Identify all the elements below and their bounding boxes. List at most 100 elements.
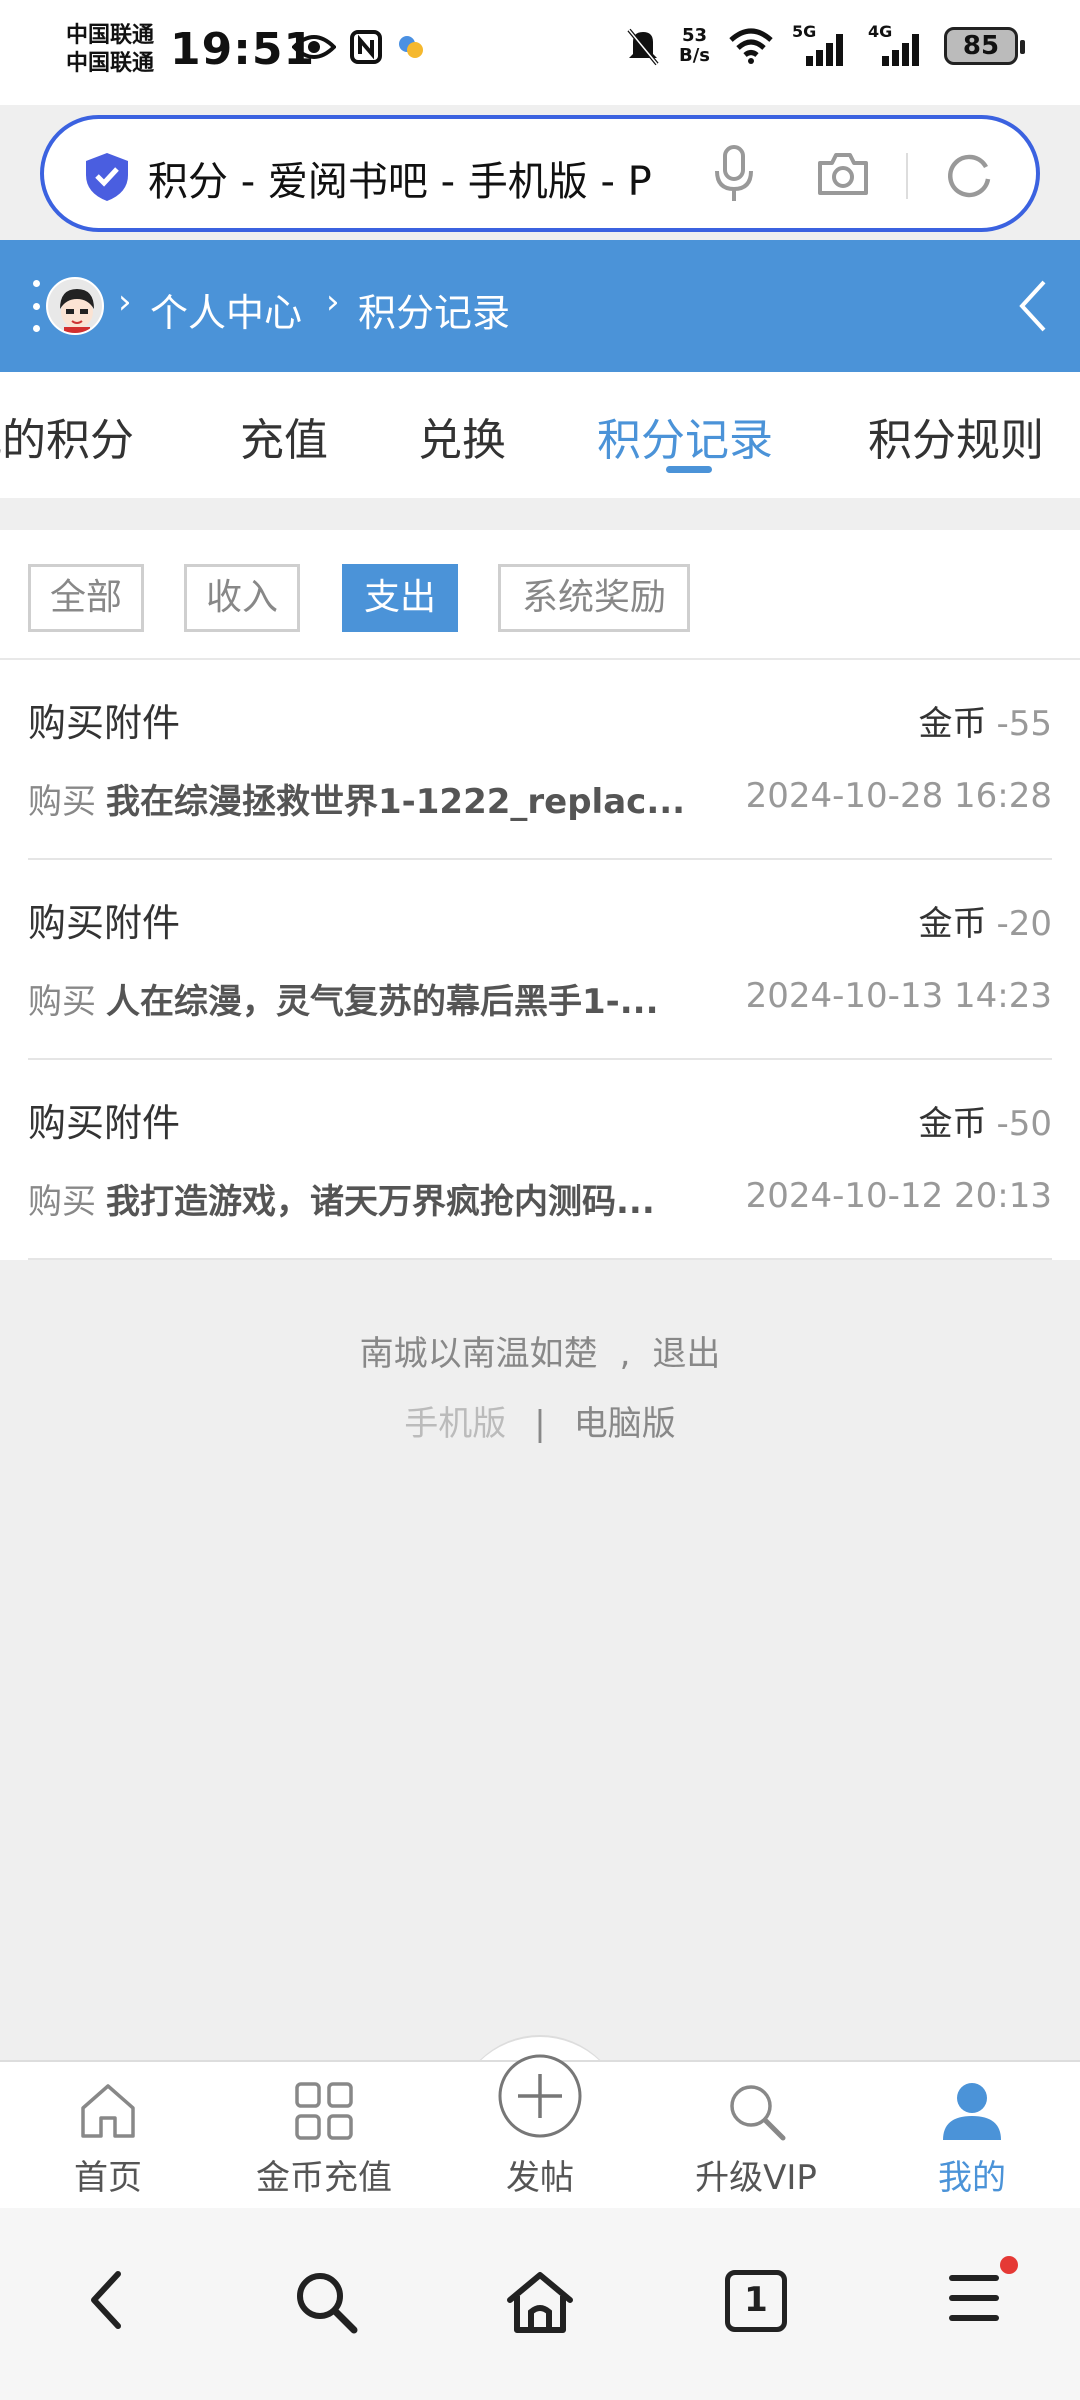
search-icon[interactable]: [294, 2270, 358, 2334]
record-currency: 金币: [918, 1104, 987, 1144]
home-icon: [81, 2084, 135, 2138]
tab-recharge[interactable]: 充值: [240, 404, 328, 468]
camera-icon[interactable]: [816, 151, 870, 197]
tab-my-points[interactable]: 我的积分: [0, 404, 134, 468]
points-tabs: 我的积分 充值 兑换 积分记录 积分规则: [0, 372, 1080, 498]
network-speed: 53 B/s: [679, 26, 710, 66]
browser-navigation-bar: 1: [0, 2208, 1080, 2400]
filter-bar: 全部 收入 支出 系统奖励: [0, 530, 1080, 660]
breadcrumb-separator: ›: [326, 282, 340, 322]
nav-mine[interactable]: 我的: [882, 2062, 1062, 2210]
tab-points-record[interactable]: 积分记录: [597, 404, 773, 468]
nav-vip-label: 升级VIP: [695, 2158, 817, 2198]
menu-dots-icon[interactable]: [32, 280, 40, 332]
breadcrumb-separator: ›: [118, 282, 132, 322]
carrier-info: 中国联通 中国联通: [66, 22, 154, 78]
record-currency: 金币: [918, 904, 987, 944]
wifi-icon: [729, 28, 773, 64]
record-title: 购买附件: [28, 1101, 181, 1145]
address-bar[interactable]: 积分 - 爱阅书吧 - 手机版 - P: [40, 115, 1040, 232]
footer-user: 南城以南温如楚, 退出: [0, 1326, 1080, 1375]
record-title: 购买附件: [28, 901, 181, 945]
filter-all[interactable]: 全部: [28, 564, 144, 632]
record-time: 2024-10-28 16:28: [745, 776, 1052, 816]
filter-system-reward[interactable]: 系统奖励: [498, 564, 690, 632]
footer-version-links: 手机版 | 电脑版: [0, 1396, 1080, 1445]
nav-recharge[interactable]: 金币充值: [234, 2062, 414, 2210]
filter-income[interactable]: 收入: [184, 564, 300, 632]
active-tab-indicator: [666, 466, 712, 473]
search-icon: [730, 2085, 786, 2141]
signal-5g-icon: 5G: [792, 22, 850, 66]
list-item[interactable]: 购买附件 金币 -20 购买 人在综漫，灵气复苏的幕后黑手1-... 2024-10…: [28, 860, 1052, 1060]
filter-expense[interactable]: 支出: [342, 564, 458, 632]
user-icon: [943, 2083, 1001, 2140]
record-amount: 金币 -50: [918, 1096, 1052, 1145]
nav-home[interactable]: 首页: [18, 2062, 198, 2210]
nav-post[interactable]: 发帖: [450, 2054, 630, 2210]
network-speed-value: 53: [681, 25, 708, 46]
record-title: 购买附件: [28, 701, 181, 745]
nav-post-label: 发帖: [506, 2158, 574, 2198]
network-speed-unit: B/s: [678, 45, 710, 66]
site-header: › 个人中心 › 积分记录: [0, 240, 1080, 372]
record-time: 2024-10-12 20:13: [745, 1176, 1052, 1216]
record-amount-value: -20: [996, 904, 1052, 944]
menu-icon[interactable]: [948, 2270, 1000, 2326]
record-action: 购买: [28, 782, 96, 822]
microphone-icon[interactable]: [714, 145, 754, 203]
record-currency: 金币: [918, 704, 987, 744]
records-list: 购买附件 金币 -55 购买 我在综漫拯救世界1-1222_replac... 20…: [0, 660, 1080, 1260]
record-description: 购买 人在综漫，灵气复苏的幕后黑手1-...: [28, 974, 708, 1023]
bottom-nav: 首页 金币充值 发帖 升级VIP 我的: [0, 2054, 1080, 2210]
footer-username[interactable]: 南城以南温如楚: [360, 1334, 598, 1374]
record-amount-value: -55: [996, 704, 1052, 744]
nav-recharge-label: 金币充值: [256, 2158, 392, 2198]
chevron-left-icon[interactable]: [1018, 280, 1048, 332]
mute-bell-icon: [627, 28, 659, 66]
record-description: 购买 我在综漫拯救世界1-1222_replac...: [28, 774, 708, 823]
nav-mine-label: 我的: [938, 2158, 1006, 2198]
carrier-1: 中国联通: [66, 23, 155, 48]
back-icon[interactable]: [86, 2270, 126, 2330]
avatar[interactable]: [46, 277, 104, 335]
signal-4g-icon: 4G: [868, 22, 926, 66]
notification-dot: [1000, 2256, 1018, 2274]
shield-icon: [86, 153, 128, 201]
record-item-link[interactable]: 我在综漫拯救世界1-1222_replac...: [106, 782, 685, 822]
logout-link[interactable]: 退出: [652, 1334, 720, 1374]
mobile-version-link[interactable]: 手机版: [404, 1404, 506, 1444]
record-time: 2024-10-13 14:23: [745, 976, 1052, 1016]
status-bar: 中国联通 中国联通 19:51 53 B/s 5G 4G 85: [0, 0, 1080, 105]
eye-icon: [292, 35, 336, 59]
breadcrumb-personal-center[interactable]: 个人中心: [150, 282, 302, 337]
reload-icon[interactable]: [944, 149, 994, 199]
record-amount: 金币 -20: [918, 896, 1052, 945]
address-divider: [906, 153, 908, 199]
nav-home-label: 首页: [74, 2158, 142, 2198]
tab-exchange[interactable]: 兑换: [418, 404, 506, 468]
record-amount: 金币 -55: [918, 696, 1052, 745]
record-action: 购买: [28, 982, 96, 1022]
breadcrumb-points-record: 积分记录: [358, 291, 511, 335]
home-icon[interactable]: [505, 2270, 575, 2334]
list-item[interactable]: 购买附件 金币 -55 购买 我在综漫拯救世界1-1222_replac... 20…: [28, 660, 1052, 860]
footer-comma: ,: [619, 1334, 631, 1374]
nav-vip[interactable]: 升级VIP: [666, 2062, 846, 2210]
nfc-icon: [350, 30, 382, 64]
grid-icon: [295, 2082, 353, 2140]
record-amount-value: -50: [996, 1104, 1052, 1144]
desktop-version-link[interactable]: 电脑版: [574, 1404, 676, 1444]
tab-points-rules[interactable]: 积分规则: [868, 404, 1044, 468]
record-action: 购买: [28, 1182, 96, 1222]
plus-circle-icon: [498, 2054, 582, 2138]
record-item-link[interactable]: 我打造游戏，诸天万界疯抢内测码...: [106, 1182, 655, 1222]
carrier-2: 中国联通: [66, 51, 155, 76]
footer-divider: |: [534, 1404, 546, 1444]
url-title[interactable]: 积分 - 爱阅书吧 - 手机版 - P: [148, 149, 718, 207]
list-item[interactable]: 购买附件 金币 -50 购买 我打造游戏，诸天万界疯抢内测码... 2024-10-…: [28, 1060, 1052, 1260]
record-description: 购买 我打造游戏，诸天万界疯抢内测码...: [28, 1174, 708, 1223]
battery-indicator: 85: [944, 27, 1025, 65]
tabs-count-button[interactable]: 1: [725, 2270, 787, 2332]
record-item-link[interactable]: 人在综漫，灵气复苏的幕后黑手1-...: [106, 982, 659, 1022]
